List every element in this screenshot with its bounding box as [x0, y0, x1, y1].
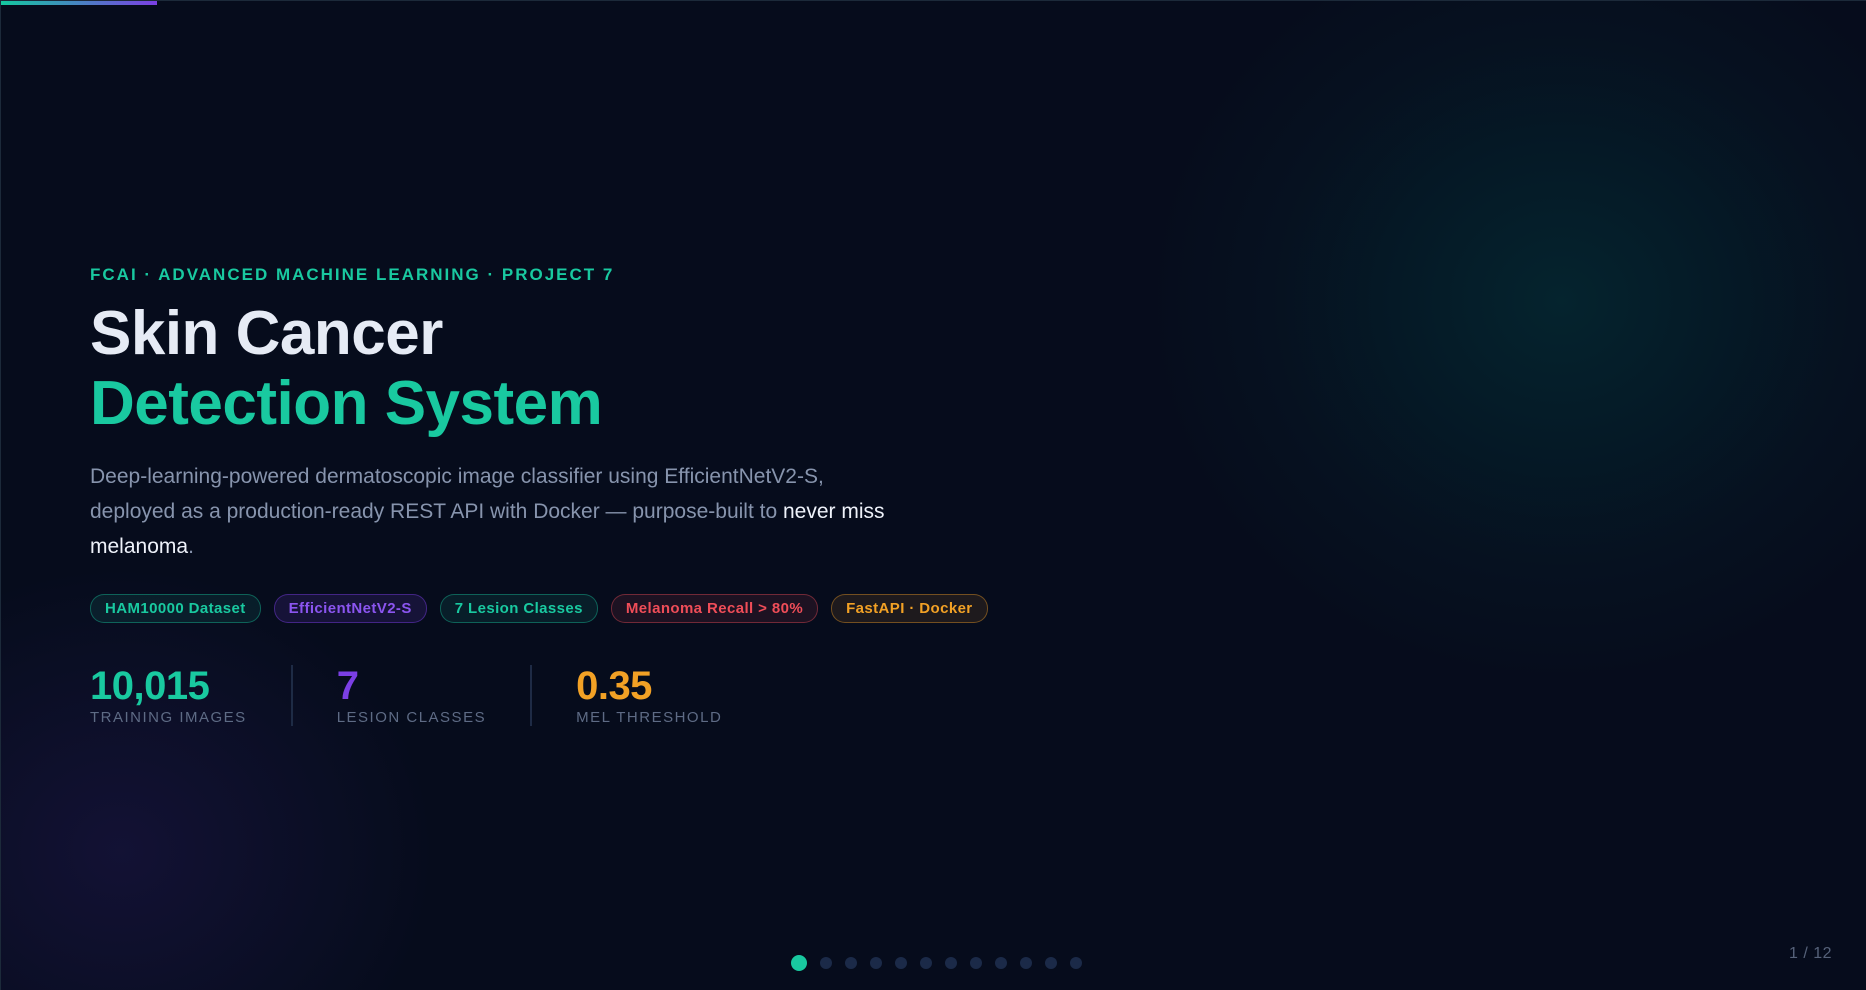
- eyebrow-label: FCAI · ADVANCED MACHINE LEARNING · PROJE…: [90, 265, 615, 284]
- nav-dot-4[interactable]: [870, 957, 882, 969]
- slide-title: Skin Cancer Detection System: [90, 299, 1090, 439]
- nav-dot-5[interactable]: [895, 957, 907, 969]
- tag-model: EfficientNetV2-S: [273, 594, 427, 623]
- description-text: Deep-learning-powered dermatoscopic imag…: [90, 465, 824, 523]
- nav-dot-2[interactable]: [820, 957, 832, 969]
- tag-recall: Melanoma Recall > 80%: [610, 594, 819, 623]
- nav-dot-7[interactable]: [945, 957, 957, 969]
- stat-training-images: 10,015 TRAINING IMAGES: [90, 665, 291, 726]
- stat-label: TRAINING IMAGES: [90, 709, 247, 726]
- nav-dot-1[interactable]: [791, 955, 807, 971]
- nav-dot-8[interactable]: [970, 957, 982, 969]
- nav-dot-6[interactable]: [920, 957, 932, 969]
- stat-mel-threshold: 0.35 MEL THRESHOLD: [530, 665, 766, 726]
- stat-label: MEL THRESHOLD: [576, 709, 723, 726]
- tag-list: HAM10000 Dataset EfficientNetV2-S 7 Lesi…: [90, 594, 1090, 623]
- stat-value: 0.35: [576, 664, 652, 708]
- description-suffix: .: [188, 535, 194, 558]
- nav-dot-11[interactable]: [1045, 957, 1057, 969]
- tag-dataset: HAM10000 Dataset: [90, 594, 261, 623]
- stat-value: 7: [336, 664, 359, 708]
- tag-deployment: FastAPI · Docker: [831, 594, 988, 623]
- title-line-2: Detection System: [90, 369, 603, 438]
- stat-lesion-classes: 7 LESION CLASSES: [290, 664, 530, 726]
- nav-dot-12[interactable]: [1070, 957, 1082, 969]
- stat-label: LESION CLASSES: [336, 709, 487, 726]
- slide-content: FCAI · ADVANCED MACHINE LEARNING · PROJE…: [90, 265, 1090, 726]
- slide-progress-bar: [1, 1, 157, 5]
- page-counter: 1 / 12: [1788, 945, 1832, 962]
- stats-row: 10,015 TRAINING IMAGES 7 LESION CLASSES …: [90, 665, 1090, 726]
- slide-description: Deep-learning-powered dermatoscopic imag…: [90, 459, 890, 564]
- stat-value: 10,015: [90, 664, 210, 708]
- slide: FCAI · ADVANCED MACHINE LEARNING · PROJE…: [0, 0, 1866, 990]
- nav-dot-3[interactable]: [845, 957, 857, 969]
- slide-navigation-dots: [791, 955, 1082, 971]
- tag-classes: 7 Lesion Classes: [439, 594, 598, 623]
- title-line-1: Skin Cancer: [90, 299, 443, 368]
- nav-dot-10[interactable]: [1020, 957, 1032, 969]
- nav-dot-9[interactable]: [995, 957, 1007, 969]
